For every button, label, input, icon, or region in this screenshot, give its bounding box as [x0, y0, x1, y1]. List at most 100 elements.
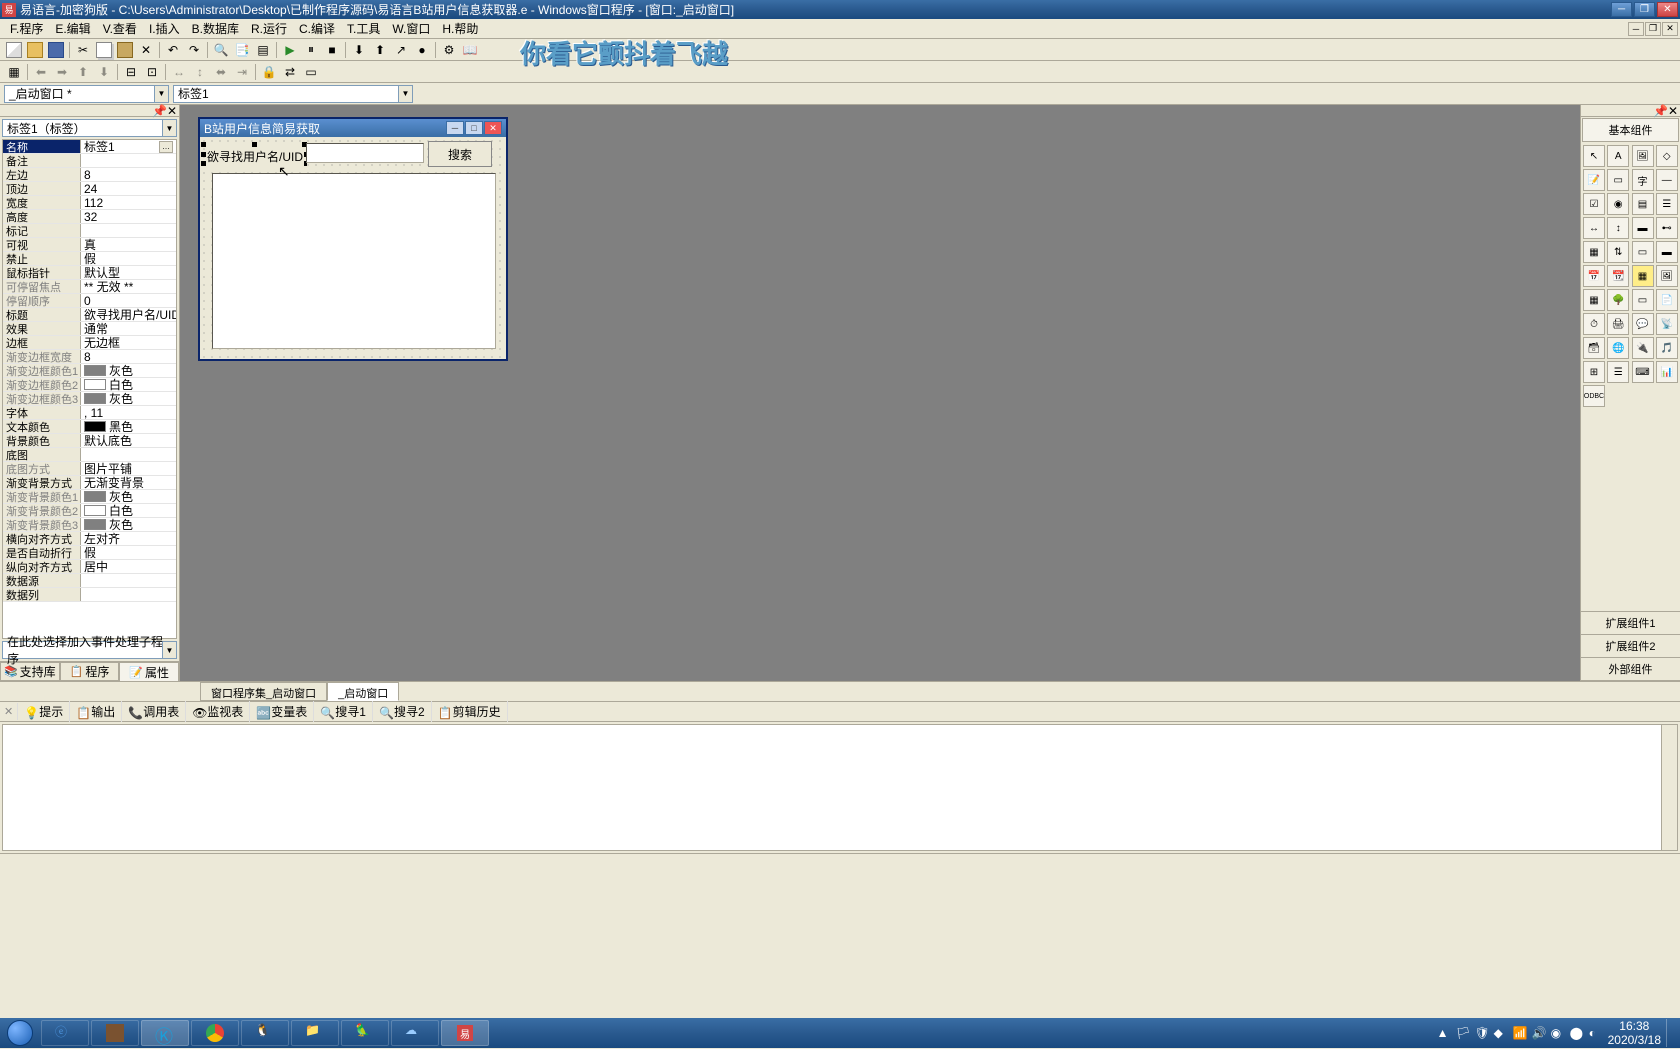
- tray-app3-icon[interactable]: ⬤: [1570, 1026, 1584, 1040]
- property-value[interactable]: 8: [81, 350, 176, 363]
- property-grid[interactable]: 名称标签1…备注左边8顶边24宽度112高度32标记可视真禁止假鼠标指针默认型可…: [2, 139, 177, 639]
- taskbar-app1[interactable]: Ⓚ: [141, 1020, 189, 1046]
- tool-rich[interactable]: 📄: [1656, 289, 1678, 311]
- mock-client-area[interactable]: 欲寻找用户名/UID 搜索 ↖: [200, 137, 506, 359]
- property-row[interactable]: 纵向对齐方式居中: [3, 560, 176, 574]
- property-row[interactable]: 数据列: [3, 588, 176, 602]
- breakpoint-button[interactable]: ●: [412, 40, 432, 60]
- tool-sock[interactable]: 🔌: [1632, 337, 1654, 359]
- property-row[interactable]: 渐变边框颜色1灰色: [3, 364, 176, 378]
- property-value[interactable]: 无渐变背景: [81, 476, 176, 489]
- property-value[interactable]: [81, 154, 176, 167]
- menu-window[interactable]: W.窗口: [386, 18, 436, 39]
- mock-window[interactable]: B站用户信息简易获取 ─ □ ✕ 欲寻找用户名/UID 搜索 ↖: [198, 117, 508, 361]
- center-v-button[interactable]: ⊡: [142, 62, 162, 82]
- close-button[interactable]: ✕: [1657, 2, 1678, 17]
- tool-ole[interactable]: ⊞: [1583, 361, 1605, 383]
- taskbar-ie[interactable]: ⓔ: [41, 1020, 89, 1046]
- property-row[interactable]: 可视真: [3, 238, 176, 252]
- property-row[interactable]: 可停留焦点** 无效 **: [3, 280, 176, 294]
- tool-progress[interactable]: ▬: [1632, 217, 1654, 239]
- tool-menu[interactable]: ☰: [1607, 361, 1629, 383]
- toolbox-section-external[interactable]: 外部组件: [1581, 658, 1680, 681]
- tray-app4-icon[interactable]: ◐: [1589, 1026, 1603, 1040]
- property-value[interactable]: 黑色: [81, 420, 176, 433]
- property-row[interactable]: 停留顺序0: [3, 294, 176, 308]
- knowledge-button[interactable]: 📖: [460, 40, 480, 60]
- tool-edit[interactable]: 📝: [1583, 169, 1605, 191]
- property-row[interactable]: 是否自动折行假: [3, 546, 176, 560]
- tool-status[interactable]: ▭: [1632, 289, 1654, 311]
- property-row[interactable]: 渐变边框颜色2白色: [3, 378, 176, 392]
- property-row[interactable]: 备注: [3, 154, 176, 168]
- step-into-button[interactable]: ⬆: [370, 40, 390, 60]
- tool-calendar[interactable]: 📅: [1583, 265, 1605, 287]
- object-combo[interactable]: 标签1（标签） ▼: [2, 119, 177, 137]
- property-value[interactable]: 灰色: [81, 490, 176, 503]
- step-over-button[interactable]: ⬇: [349, 40, 369, 60]
- new-button[interactable]: [4, 40, 24, 60]
- menu-edit[interactable]: E.编辑: [49, 18, 96, 39]
- lock-button[interactable]: 🔒: [259, 62, 279, 82]
- panel-pin-icon[interactable]: 📌: [152, 104, 167, 118]
- tool-pointer[interactable]: ↖: [1583, 145, 1605, 167]
- property-value[interactable]: 白色: [81, 504, 176, 517]
- mdi-restore-button[interactable]: ❐: [1645, 22, 1661, 36]
- same-width-button[interactable]: ↔: [169, 62, 189, 82]
- property-value[interactable]: 图片平铺: [81, 462, 176, 475]
- property-value[interactable]: 标签1…: [81, 140, 176, 153]
- property-row[interactable]: 渐变背景颜色2白色: [3, 504, 176, 518]
- property-row[interactable]: 底图: [3, 448, 176, 462]
- bookmark-button[interactable]: 📑: [232, 40, 252, 60]
- output-content[interactable]: [2, 724, 1678, 851]
- tray-up-icon[interactable]: ▲: [1437, 1026, 1451, 1040]
- property-value[interactable]: 假: [81, 546, 176, 559]
- property-value[interactable]: 通常: [81, 322, 176, 335]
- menu-run[interactable]: R.运行: [245, 18, 293, 39]
- property-value[interactable]: ** 无效 **: [81, 280, 176, 293]
- property-row[interactable]: 背景颜色默认底色: [3, 434, 176, 448]
- output-scrollbar[interactable]: [1661, 725, 1677, 850]
- tool-vscroll[interactable]: ↕: [1607, 217, 1629, 239]
- property-value[interactable]: 居中: [81, 560, 176, 573]
- mdi-close-button[interactable]: ✕: [1662, 22, 1678, 36]
- tab-hint[interactable]: 💡提示: [18, 701, 70, 722]
- menu-insert[interactable]: I.插入: [143, 18, 186, 39]
- property-row[interactable]: 渐变背景颜色3灰色: [3, 518, 176, 532]
- tray-net-icon[interactable]: 📶: [1513, 1026, 1527, 1040]
- taskbar-clock[interactable]: 16:38 2020/3/18: [1608, 1019, 1661, 1048]
- property-value[interactable]: 灰色: [81, 518, 176, 531]
- open-button[interactable]: [25, 40, 45, 60]
- tool-timer[interactable]: ⏱: [1583, 313, 1605, 335]
- property-value[interactable]: 32: [81, 210, 176, 223]
- run-button[interactable]: ▶: [280, 40, 300, 60]
- property-value[interactable]: 灰色: [81, 392, 176, 405]
- tray-shield-icon[interactable]: 🛡: [1475, 1026, 1489, 1040]
- tray-flag-icon[interactable]: 🏳: [1456, 1026, 1470, 1040]
- center-h-button[interactable]: ⊟: [121, 62, 141, 82]
- taskbar-app3[interactable]: 🦜: [341, 1020, 389, 1046]
- menu-help[interactable]: H.帮助: [436, 18, 484, 39]
- tool-tab[interactable]: ▦: [1583, 241, 1605, 263]
- tool-text[interactable]: 字: [1632, 169, 1654, 191]
- tab-calltable[interactable]: 📞调用表: [122, 701, 186, 722]
- tool-shape[interactable]: ◇: [1656, 145, 1678, 167]
- show-desktop-button[interactable]: [1666, 1019, 1674, 1047]
- property-value[interactable]: 默认底色: [81, 434, 176, 447]
- tab-clipboard[interactable]: 📋剪辑历史: [432, 701, 508, 722]
- property-row[interactable]: 顶边24: [3, 182, 176, 196]
- property-value[interactable]: 112: [81, 196, 176, 209]
- window-selector[interactable]: _启动窗口 * ▼: [4, 85, 169, 103]
- property-value[interactable]: 0: [81, 294, 176, 307]
- taskbar-app2[interactable]: 🐧: [241, 1020, 289, 1046]
- property-value[interactable]: 欲寻找用户名/UID: [81, 308, 176, 321]
- property-row[interactable]: 禁止假: [3, 252, 176, 266]
- cut-button[interactable]: ✂: [73, 40, 93, 60]
- property-row[interactable]: 渐变边框颜色3灰色: [3, 392, 176, 406]
- tab-output[interactable]: 📋输出: [70, 701, 122, 722]
- property-value[interactable]: [81, 588, 176, 601]
- property-row[interactable]: 横向对齐方式左对齐: [3, 532, 176, 546]
- compile-button[interactable]: ⚙: [439, 40, 459, 60]
- minimize-button[interactable]: ─: [1611, 2, 1632, 17]
- property-value[interactable]: 假: [81, 252, 176, 265]
